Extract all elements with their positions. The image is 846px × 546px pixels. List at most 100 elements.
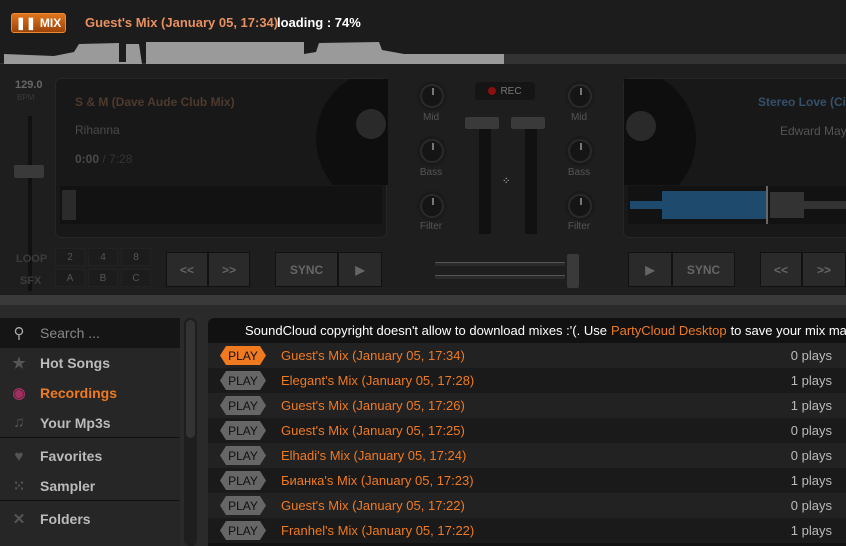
scrollbar-thumb[interactable] <box>186 320 195 438</box>
play-count: 1 plays <box>790 523 832 538</box>
right-volume-track <box>525 129 537 234</box>
shuffle-icon: ✕ <box>12 511 26 528</box>
right-bass-knob[interactable] <box>568 139 592 163</box>
table-row[interactable]: PLAY Guest's Mix (January 05, 17:34) 0 pla… <box>208 343 846 368</box>
music-note-icon: ♫ <box>13 414 25 431</box>
right-mid-knob[interactable] <box>568 84 592 108</box>
left-elapsed: 0:00 <box>75 152 100 166</box>
left-rewind-button[interactable]: << <box>166 252 208 287</box>
sidebar-item-hot-songs[interactable]: ★ Hot Songs <box>0 348 180 378</box>
rec-button[interactable]: REC <box>475 82 535 100</box>
mix-title[interactable]: Guest's Mix (January 05, 17:26) <box>281 398 762 413</box>
play-button[interactable]: PLAY <box>220 521 266 540</box>
right-sync-button[interactable]: SYNC <box>672 252 735 287</box>
loop-2-button[interactable]: 2 <box>55 248 85 266</box>
mix-title: Guest's Mix (January 05, 17:34) <box>85 15 279 30</box>
sfx-b-button[interactable]: B <box>88 269 118 287</box>
play-count: 1 plays <box>790 473 832 488</box>
loop-label: LOOP <box>16 253 48 265</box>
loop-4-button[interactable]: 4 <box>88 248 118 266</box>
mix-title[interactable]: Franhel's Mix (January 05, 17:22) <box>281 523 762 538</box>
bpm-label: BPM <box>17 93 35 102</box>
partycloud-desktop-link[interactable]: PartyCloud Desktop <box>611 323 727 338</box>
right-rewind-button[interactable]: << <box>760 252 802 287</box>
sfx-a-button[interactable]: A <box>55 269 85 287</box>
right-volume-fader[interactable] <box>511 117 545 129</box>
play-button[interactable]: PLAY <box>220 346 266 365</box>
left-filter-label: Filter <box>419 221 443 232</box>
sidebar-item-folders[interactable]: ✕ Folders <box>0 504 180 534</box>
search-icon: ⚲ <box>13 325 25 342</box>
left-waveform[interactable] <box>60 186 382 224</box>
table-row[interactable]: PLAY Бианка's Mix (January 05, 17:23) 1 pl… <box>208 468 846 493</box>
grid-icon: ⁙ <box>12 477 26 495</box>
play-button[interactable]: PLAY <box>220 421 266 440</box>
loop-8-button[interactable]: 8 <box>121 248 151 266</box>
mix-title[interactable]: Бианка's Mix (January 05, 17:23) <box>281 473 762 488</box>
left-bass-label: Bass <box>419 167 443 178</box>
right-track-title: Stereo Love (Ci <box>758 95 846 109</box>
mix-waveform[interactable] <box>4 40 846 64</box>
heart-icon: ♥ <box>14 447 24 465</box>
mix-title[interactable]: Guest's Mix (January 05, 17:22) <box>281 498 762 513</box>
pause-mix-button[interactable]: ❚❚ MIX <box>11 13 66 33</box>
table-row[interactable]: PLAY Guest's Mix (January 05, 17:25) 0 pla… <box>208 418 846 443</box>
right-forward-button[interactable]: >> <box>802 252 846 287</box>
star-icon: ★ <box>12 355 26 372</box>
left-play-button[interactable]: ▶ <box>338 252 382 287</box>
loading-spinner-icon: ⁘ <box>502 176 511 187</box>
left-vinyl-icon[interactable] <box>314 79 388 185</box>
sidebar-item-recordings[interactable]: ◉ Recordings <box>0 378 180 408</box>
left-mid-knob[interactable] <box>420 84 444 108</box>
sidebar-scrollbar[interactable] <box>184 318 197 546</box>
table-row[interactable]: PLAY Guest's Mix (January 05, 17:22) 0 pla… <box>208 493 846 518</box>
mix-title[interactable]: Guest's Mix (January 05, 17:34) <box>281 348 762 363</box>
record-dot-icon <box>488 87 497 95</box>
right-mid-label: Mid <box>570 112 588 123</box>
play-count: 1 plays <box>790 398 832 413</box>
copyright-notice: SoundCloud copyright doesn't allow to do… <box>245 323 846 338</box>
table-row[interactable]: PLAY Guest's Mix (January 05, 17:26) 1 pla… <box>208 393 846 418</box>
table-row[interactable]: PLAY Elhadi's Mix (January 05, 17:24) 0 pl… <box>208 443 846 468</box>
play-button[interactable]: PLAY <box>220 496 266 515</box>
right-play-button[interactable]: ▶ <box>628 252 672 287</box>
mix-title[interactable]: Elegant's Mix (January 05, 17:28) <box>281 373 762 388</box>
left-volume-fader[interactable] <box>465 117 499 129</box>
left-forward-button[interactable]: >> <box>208 252 250 287</box>
loading-status: loading : 74% <box>277 15 361 30</box>
recordings-list: SoundCloud copyright doesn't allow to do… <box>208 318 846 546</box>
left-time: 0:00 / 7:28 <box>75 152 132 166</box>
left-filter-knob[interactable] <box>420 194 444 218</box>
play-count: 0 plays <box>790 448 832 463</box>
right-filter-label: Filter <box>567 221 591 232</box>
search-input[interactable]: ⚲ Search ... <box>0 318 180 348</box>
left-sync-button[interactable]: SYNC <box>275 252 338 287</box>
record-icon: ◉ <box>12 385 26 402</box>
right-track-artist: Edward May <box>780 124 846 138</box>
sfx-c-button[interactable]: C <box>121 269 151 287</box>
left-bass-knob[interactable] <box>420 139 444 163</box>
crossfader-handle[interactable] <box>567 254 579 288</box>
mix-header: ❚❚ MIX Guest's Mix (January 05, 17:34) lo… <box>0 0 846 64</box>
sidebar-item-your-mp3s[interactable]: ♫ Your Mp3s <box>0 408 180 438</box>
play-button[interactable]: PLAY <box>220 371 266 390</box>
left-duration: / 7:28 <box>102 152 133 166</box>
play-button[interactable]: PLAY <box>220 471 266 490</box>
right-waveform[interactable] <box>628 186 846 224</box>
table-row[interactable]: PLAY Elegant's Mix (January 05, 17:28) 1 p… <box>208 368 846 393</box>
sidebar-item-favorites[interactable]: ♥ Favorites <box>0 441 180 471</box>
mix-title[interactable]: Elhadi's Mix (January 05, 17:24) <box>281 448 762 463</box>
left-deck-panel: S & M (Dave Aude Club Mix) Rihanna 0:00 … <box>55 78 388 238</box>
right-filter-knob[interactable] <box>568 194 592 218</box>
table-row[interactable]: PLAY Franhel's Mix (January 05, 17:22) 1 p… <box>208 518 846 543</box>
sidebar: ⚲ Search ... ★ Hot Songs ◉ Recordings ♫ Your… <box>0 318 180 546</box>
sfx-label: SFX <box>20 275 42 287</box>
sidebar-item-sampler[interactable]: ⁙ Sampler <box>0 471 180 501</box>
play-button[interactable]: PLAY <box>220 396 266 415</box>
right-bass-label: Bass <box>567 167 591 178</box>
play-button[interactable]: PLAY <box>220 446 266 465</box>
pitch-slider[interactable] <box>14 165 44 178</box>
right-vinyl-icon[interactable] <box>624 79 699 185</box>
mix-title[interactable]: Guest's Mix (January 05, 17:25) <box>281 423 762 438</box>
left-track-title: S & M (Dave Aude Club Mix) <box>75 95 235 109</box>
